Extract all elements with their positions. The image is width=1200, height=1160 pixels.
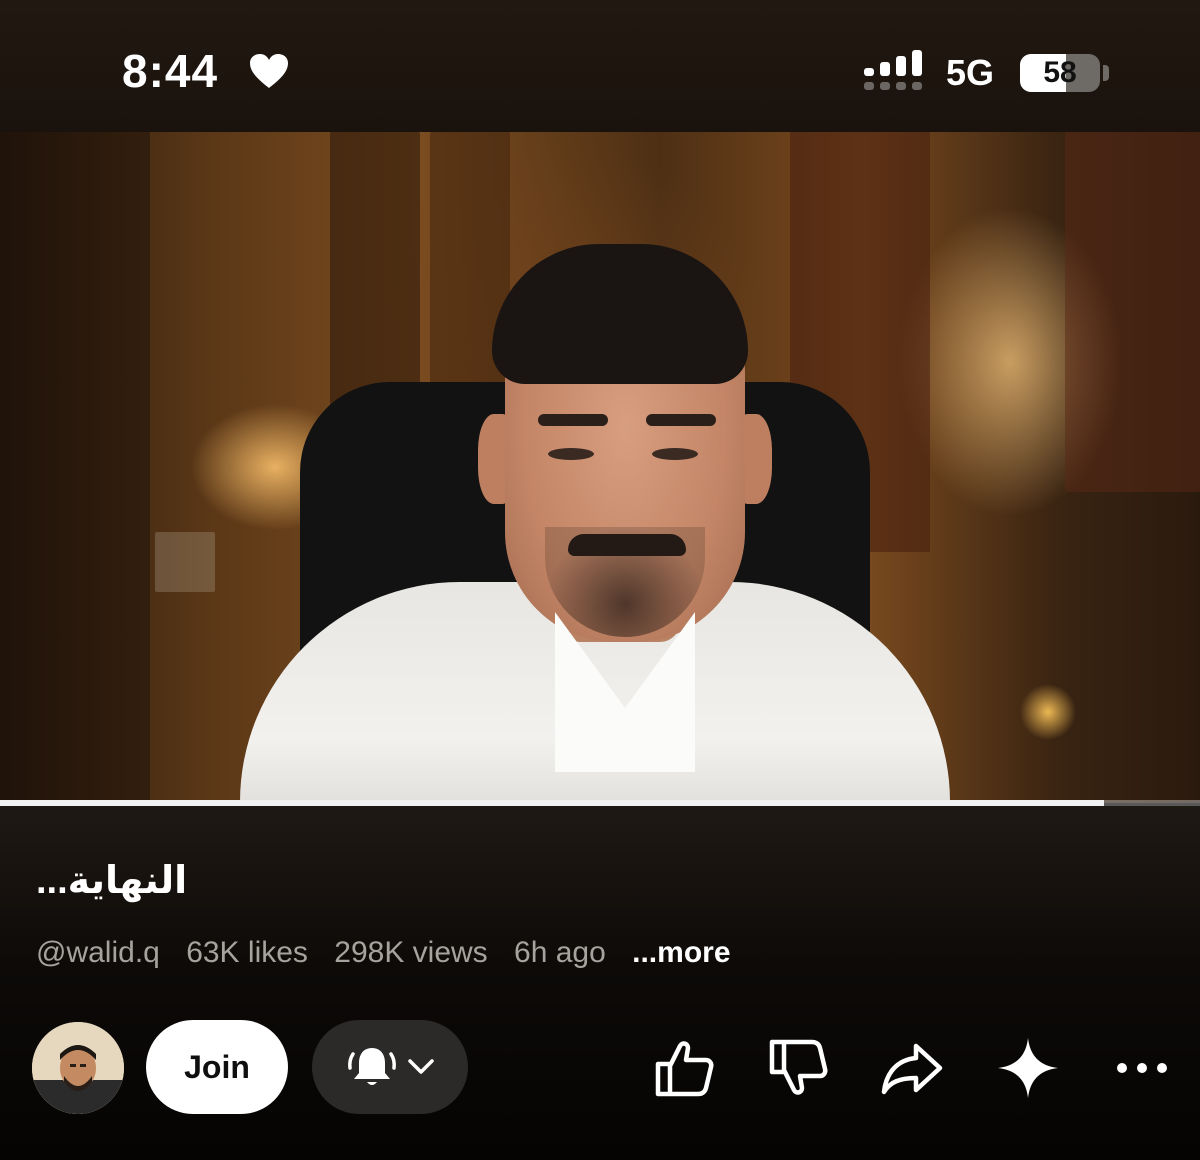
person-eye	[548, 448, 594, 460]
status-bar: 8:44 5G 58	[0, 0, 1200, 132]
screen: 8:44 5G 58 النهاية... @walid.q 63K likes…	[0, 0, 1200, 1160]
channel-avatar[interactable]	[32, 1022, 124, 1114]
posted-time: 6h ago	[514, 936, 606, 969]
join-button[interactable]: Join	[146, 1020, 288, 1114]
dislike-icon[interactable]	[766, 1036, 830, 1100]
person-eyebrow	[646, 414, 716, 426]
person-hair	[492, 244, 748, 384]
more-options-icon[interactable]	[1110, 1036, 1174, 1100]
person-mustache	[568, 534, 686, 556]
battery-indicator: 58	[1020, 54, 1100, 92]
sparkle-icon[interactable]	[996, 1036, 1060, 1100]
video-meta[interactable]: @walid.q 63K likes 298K views 6h ago ...…	[36, 936, 749, 970]
battery-percent: 58	[1043, 56, 1077, 89]
share-icon[interactable]	[880, 1036, 944, 1100]
background-shelf	[1065, 132, 1200, 492]
channel-handle[interactable]: @walid.q	[36, 936, 160, 969]
more-link[interactable]: ...more	[632, 936, 730, 969]
bell-icon	[348, 1048, 396, 1085]
background-wall	[0, 132, 150, 803]
background-frame	[155, 532, 215, 592]
avatar	[32, 1022, 124, 1114]
like-icon[interactable]	[652, 1036, 716, 1100]
heart-icon	[250, 54, 288, 88]
video-title[interactable]: النهاية...	[36, 858, 187, 903]
likes-count: 63K likes	[186, 936, 308, 969]
person-eyebrow	[538, 414, 608, 426]
person-eye	[652, 448, 698, 460]
battery-cap	[1103, 65, 1109, 81]
views-count: 298K views	[334, 936, 488, 969]
video-player[interactable]	[0, 132, 1200, 803]
video-details: النهاية... @walid.q 63K likes 298K views…	[0, 806, 1200, 1160]
signal-bars-icon	[864, 50, 922, 90]
chevron-down-icon	[408, 1059, 434, 1074]
status-time: 8:44	[122, 45, 219, 97]
notifications-button[interactable]	[312, 1020, 468, 1114]
network-label: 5G	[946, 52, 995, 93]
